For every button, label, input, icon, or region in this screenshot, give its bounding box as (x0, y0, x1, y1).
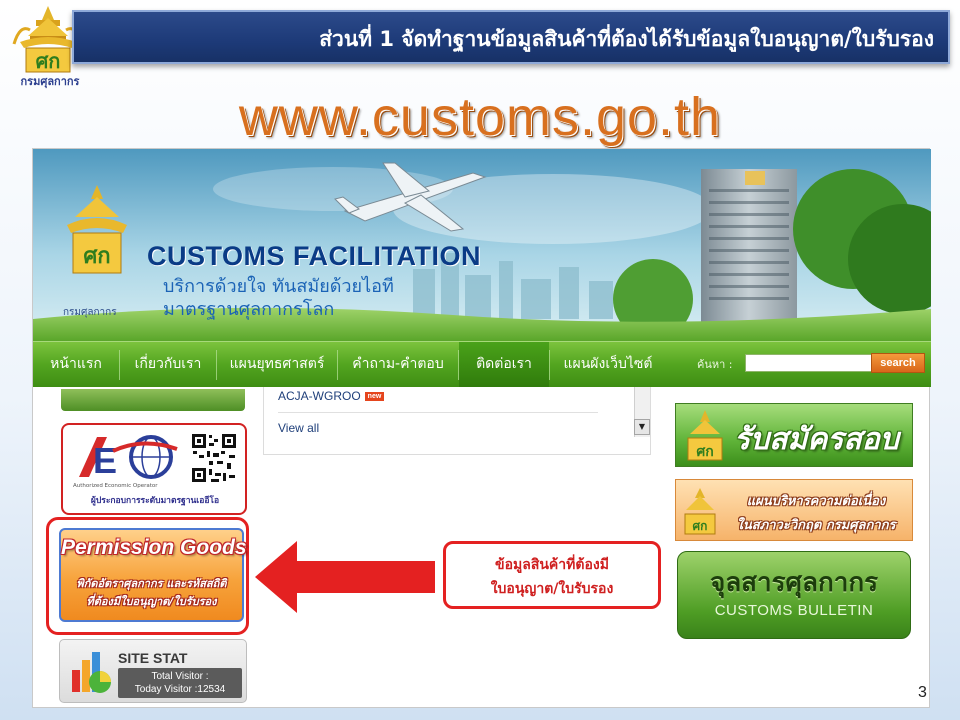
callout-box: ข้อมูลสินค้าที่ต้องมี ใบอนุญาต/ใบรับรอง (443, 541, 661, 609)
svg-text:E: E (93, 440, 117, 481)
permission-line-2: ที่ต้องมีใบอนุญาต/ใบรับรอง (86, 595, 217, 608)
slide-title-bar: ส่วนที่ 1 จัดทำฐานข้อมูลสินค้าที่ต้องได้… (72, 10, 950, 64)
bulletin-title: จุลสารศุลกากร (709, 568, 879, 598)
svg-text:ศก: ศก (36, 49, 61, 73)
stat-chart-icon (72, 652, 111, 693)
callout-line-2: ใบอนุญาต/ใบรับรอง (490, 581, 614, 597)
news-scrollbar[interactable]: ▼ (634, 387, 650, 437)
nav-sitemap[interactable]: แผนผังเว็บไซต์ (550, 342, 666, 388)
stat-total: Total Visitor : (151, 671, 209, 682)
apply-exam-label: รับสมัครสอบ (734, 422, 899, 457)
news-item-title: ACJA-WGROO (278, 389, 361, 403)
main-nav: หน้าแรก เกี่ยวกับเรา แผนยุทธศาสตร์ คำถาม… (33, 341, 931, 388)
search-label: ค้นหา : (697, 358, 733, 371)
svg-text:ศก: ศก (696, 444, 713, 460)
nav-about[interactable]: เกี่ยวกับเรา (120, 342, 216, 388)
news-divider (278, 412, 598, 413)
nav-contact[interactable]: ติดต่อเรา (459, 342, 549, 388)
stat-today: Today Visitor :12534 (134, 684, 226, 695)
permission-goods-link[interactable]: Permission Goods พิกัดอัตราศุลกากร และรห… (59, 528, 247, 622)
svg-text:ศก: ศก (83, 244, 110, 269)
callout-line-1: ข้อมูลสินค้าที่ต้องมี (495, 557, 609, 573)
apply-exam-link[interactable]: ศก รับสมัครสอบ (675, 403, 913, 467)
nav-home[interactable]: หน้าแรก (33, 342, 119, 388)
news-item-link[interactable]: ACJA-WGROO new (278, 389, 385, 403)
website-url: www.customs.go.th (238, 87, 722, 147)
nav-strategy[interactable]: แผนยุทธศาสตร์ (217, 342, 337, 388)
search-button[interactable]: search (871, 353, 925, 373)
bulletin-subtitle: CUSTOMS BULLETIN (714, 602, 874, 619)
aeo-logo-icon: E (79, 435, 178, 481)
banner-logo-caption: กรมศุลกากร (63, 307, 117, 318)
permission-line-1: พิกัดอัตราศุลกากร และรหัสสถิติ (76, 577, 227, 590)
stat-title: SITE STAT (118, 650, 188, 666)
cropped-banner-link[interactable] (61, 389, 245, 411)
site-banner: ศก CUSTOMS FACILITATION บริการด้วยใจ ทัน… (33, 149, 931, 341)
new-badge: new (364, 392, 385, 402)
site-stat-widget: SITE STAT Total Visitor : Today Visitor … (59, 639, 247, 703)
qr-code-icon (191, 433, 237, 483)
news-panel: ACJA-WGROO new View all ▼ (263, 387, 651, 455)
customs-bulletin-link[interactable]: จุลสารศุลกากร CUSTOMS BULLETIN (677, 551, 911, 639)
stat-panel: Total Visitor : Today Visitor :12534 (118, 668, 242, 698)
search-input[interactable] (745, 354, 877, 372)
page-number: 3 (918, 684, 927, 701)
nav-faq[interactable]: คำถาม-คำตอบ (338, 342, 458, 388)
website-screenshot: ศก CUSTOMS FACILITATION บริการด้วยใจ ทัน… (32, 148, 931, 708)
view-all-link[interactable]: View all (278, 421, 319, 435)
aeo-caption: ผู้ประกอบการระดับมาตรฐานเออีโอ (90, 496, 220, 506)
customs-emblem-icon: ศก (687, 410, 723, 461)
red-arrow-icon (255, 541, 435, 613)
aeo-subtitle: Authorized Economic Operator (73, 483, 158, 489)
banner-subtitle-2: มาตรฐานศุลกากรโลก (163, 299, 335, 320)
bcp-link[interactable]: ศก แผนบริหารความต่อเนื่อง ในสภาวะวิกฤต ก… (675, 479, 913, 541)
aeo-banner-link[interactable]: E Authorized Economic Operator ผู้ประกอบ… (61, 423, 247, 515)
customs-emblem-icon: ศก (684, 488, 716, 535)
banner-title: CUSTOMS FACILITATION (147, 241, 481, 271)
scroll-down-icon[interactable]: ▼ (634, 419, 650, 435)
bcp-line-2: ในสภาวะวิกฤต กรมศุลกากร (736, 518, 896, 533)
bcp-line-1: แผนบริหารความต่อเนื่อง (746, 494, 886, 509)
permission-title: Permission Goods (61, 536, 247, 559)
svg-text:ศก: ศก (693, 519, 708, 533)
slide-title: ส่วนที่ 1 จัดทำฐานข้อมูลสินค้าที่ต้องได้… (319, 27, 934, 51)
